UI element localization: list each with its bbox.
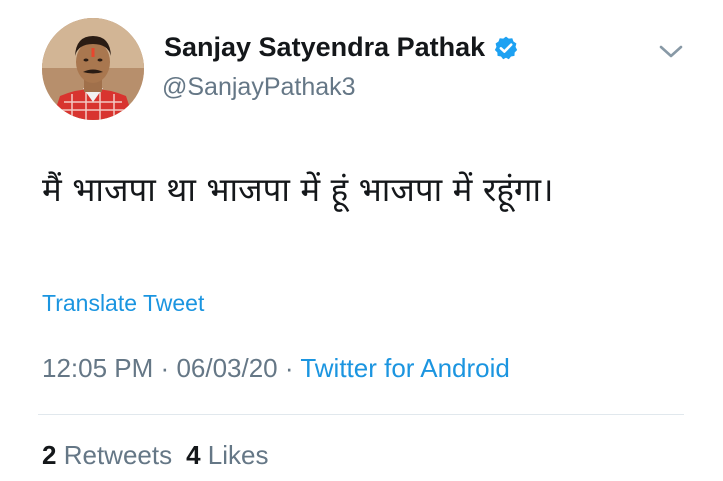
tweet-meta: 12:05 PM · 06/03/20 · Twitter for Androi… [42,353,510,384]
tweet-date: 06/03/20 [176,353,278,383]
likes-label: Likes [207,440,269,470]
divider [38,414,684,415]
retweets-count: 2 [42,440,57,470]
retweets-stat[interactable]: 2 Retweets [42,440,172,471]
tweet-source-link[interactable]: Twitter for Android [300,353,510,383]
tweet-text: मैं भाजपा था भाजपा में हूं भाजपा में रहू… [42,170,554,209]
likes-stat[interactable]: 4 Likes [186,440,268,471]
meta-separator: · [160,353,170,383]
meta-separator: · [284,353,294,383]
retweets-label: Retweets [63,440,173,470]
display-name[interactable]: Sanjay Satyendra Pathak [164,32,519,63]
avatar[interactable] [42,18,144,120]
tweet-stats: 2 Retweets 4 Likes [42,440,269,471]
chevron-down-icon[interactable] [656,40,686,64]
display-name-text[interactable]: Sanjay Satyendra Pathak [164,32,485,63]
translate-tweet-link[interactable]: Translate Tweet [42,290,204,317]
user-handle[interactable]: @SanjayPathak3 [162,73,356,102]
likes-count: 4 [186,440,201,470]
verified-badge-icon [493,35,519,61]
tweet-time: 12:05 PM [42,353,154,383]
